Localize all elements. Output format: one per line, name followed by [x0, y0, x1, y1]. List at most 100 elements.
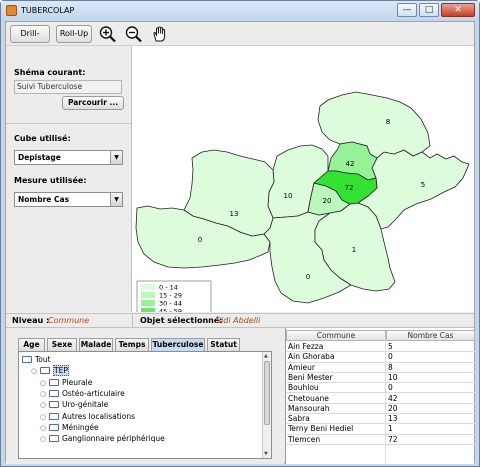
minimize-button[interactable]: —	[397, 3, 417, 17]
count-cell: 5	[388, 342, 393, 351]
scrollbar-thumb[interactable]	[264, 361, 270, 425]
scroll-down-icon[interactable]: ▼	[264, 451, 268, 457]
tab-malade[interactable]: Malade	[79, 338, 113, 351]
count-cell: 42	[388, 393, 398, 403]
legend-label: 0 - 14	[159, 284, 178, 292]
scroll-up-icon[interactable]: ▲	[264, 353, 268, 359]
tab-statut[interactable]: Statut	[207, 338, 240, 351]
status-bar: Niveau : Commune Objet sélectionné: Sidi…	[6, 313, 474, 328]
tree-node-label: Ostéo-articulaire	[62, 388, 125, 398]
count-cell: 10	[388, 372, 398, 382]
commune-cell: Mansourah	[288, 403, 330, 413]
map-region-amieur[interactable]	[317, 91, 431, 159]
commune-cell: Sabra	[288, 414, 310, 424]
tree-node[interactable]: ○ Méningée	[40, 422, 99, 433]
count-cell: 20	[388, 403, 398, 413]
zoom-in-icon[interactable]	[98, 25, 118, 43]
selected-object-value: Sidi Abdelli	[216, 316, 261, 325]
folder-icon	[40, 367, 50, 375]
table-row[interactable]: Chetouane 42	[286, 394, 475, 404]
folder-icon	[49, 378, 59, 386]
table-row[interactable]: Mansourah 20	[286, 403, 475, 415]
browse-button[interactable]: Parcourir ...	[62, 96, 124, 110]
legend-swatch	[141, 308, 155, 314]
level-value: Commune	[48, 316, 90, 325]
legend-label: 15 - 29	[159, 292, 182, 300]
schema-field: Suivi Tuberculose	[14, 80, 122, 94]
tree-node-label: Ganglionnaire périphérique	[62, 434, 165, 444]
roll-up-button[interactable]: Roll-Up	[56, 25, 92, 43]
tab-age[interactable]: Age	[18, 338, 45, 351]
tree-node[interactable]: ○ Pleurale	[40, 377, 92, 388]
commune-cell: Tlemcen	[288, 434, 321, 444]
table-row[interactable]: Ain Ghoraba 0	[286, 352, 475, 363]
selected-object-label: Objet sélectionné:	[140, 316, 223, 325]
commune-cell: Terny Beni Hediel	[288, 424, 354, 434]
column-header-count[interactable]: Nombre Cas	[386, 330, 475, 341]
zoom-out-icon[interactable]	[124, 25, 144, 43]
tree-node[interactable]: ○ TEP	[31, 365, 69, 377]
count-cell: 0	[388, 383, 393, 393]
tree-node[interactable]: ○ Ganglionnaire périphérique	[40, 433, 165, 444]
tree-node-label: Uro-génitale	[62, 400, 109, 410]
count-cell: 1	[388, 424, 393, 434]
expander-open-icon[interactable]: ○	[31, 366, 40, 377]
drill-down-button[interactable]: Drill-Down	[10, 25, 50, 54]
folder-icon	[49, 423, 59, 431]
tree-scrollbar[interactable]: ▲ ▼	[262, 352, 271, 458]
commune-cell: Ain Ghoraba	[288, 352, 335, 362]
tab-tuberculose[interactable]: Tuberculose	[151, 338, 205, 351]
status-divider	[132, 314, 133, 327]
table-row[interactable]: Amieur 8	[286, 363, 475, 373]
commune-cell: Chetouane	[288, 393, 329, 403]
close-button[interactable]: ✕	[441, 3, 475, 17]
tree-node[interactable]: ○ Ostéo-articulaire	[40, 388, 125, 399]
folder-icon	[49, 389, 59, 397]
maximize-button[interactable]: □	[419, 3, 439, 17]
tab-temps[interactable]: Temps	[115, 338, 149, 351]
commune-cell: Ain Fezza	[288, 342, 324, 351]
choropleth-map[interactable]: 5 0 8 10 0 42 20 13 1 72 0 - 14 15 - 29 30 - 44 45 - …	[132, 46, 474, 328]
table-row[interactable]: Tlemcen 72	[286, 435, 475, 445]
map-region-value: 42	[346, 160, 355, 168]
tab-sexe[interactable]: Sexe	[47, 338, 77, 351]
map-region-value: 10	[284, 192, 293, 200]
map-region-value: 20	[323, 197, 332, 205]
tree-node[interactable]: ○ Uro-génitale	[40, 399, 108, 410]
table-row[interactable]: Terny Beni Hediel 1	[286, 424, 475, 435]
tree-node-label: Méningée	[62, 422, 99, 432]
commune-cell: Amieur	[288, 362, 315, 372]
app-icon	[6, 5, 17, 16]
measure-select[interactable]: Nombre Cas ▼	[14, 192, 123, 207]
chevron-down-icon[interactable]: ▼	[110, 193, 122, 206]
map-region-value: 13	[230, 210, 239, 218]
legend-label: 30 - 44	[159, 300, 182, 308]
results-table: Commune Nombre Cas Ain Fezza 5 Ain Ghoraba…	[285, 328, 475, 464]
map-region-value: 72	[345, 184, 354, 192]
table-row[interactable]: Sabra 13	[286, 414, 475, 425]
level-label: Niveau :	[12, 316, 50, 325]
tree-node[interactable]: ○ Autres localisations	[40, 411, 135, 422]
dimension-tree: Tout ○ TEP ○ Pleurale ○ Ostéo-articulaire ○ Uro-…	[18, 351, 272, 459]
hand-pan-icon[interactable]	[150, 25, 170, 43]
measure-select-value: Nombre Cas	[18, 195, 70, 204]
table-row[interactable]: Ain Fezza 5	[286, 342, 475, 353]
count-cell: 0	[388, 352, 393, 362]
expander-icon[interactable]: ○	[40, 434, 49, 445]
tree-node-label: Tout	[35, 355, 51, 364]
tree-node[interactable]: Tout	[22, 354, 51, 365]
column-header-commune[interactable]: Commune	[286, 330, 386, 341]
schema-label: Shéma courant:	[14, 68, 86, 77]
chevron-down-icon[interactable]: ▼	[110, 151, 122, 164]
table-row[interactable]: Beni Mester 10	[286, 372, 475, 384]
measure-label: Mesure utilisée:	[14, 176, 87, 185]
map-region-value: 5	[421, 181, 425, 189]
dimension-panel: Age Sexe Malade Temps Tuberculose Statut Tout…	[6, 328, 284, 464]
map-region-value: 0	[198, 236, 202, 244]
legend-swatch	[141, 292, 155, 298]
cube-select-value: Depistage	[18, 153, 61, 162]
cube-label: Cube utilisé:	[14, 134, 71, 143]
table-row[interactable]: Bouhlou 0	[286, 383, 475, 394]
folder-icon	[49, 412, 59, 420]
cube-select[interactable]: Depistage ▼	[14, 150, 123, 165]
